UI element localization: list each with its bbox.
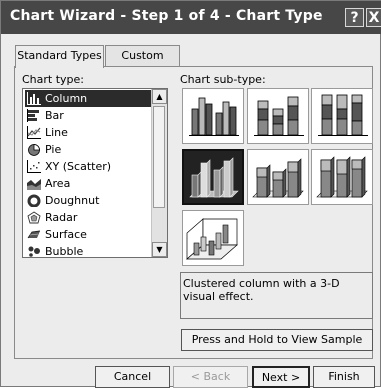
next-label: Next > <box>261 371 301 384</box>
help-button[interactable]: ? <box>345 8 364 27</box>
scroll-down-button[interactable]: ▼ <box>152 242 167 257</box>
scroll-up-glyph: ▲ <box>156 92 163 101</box>
scatter-chart-icon <box>27 160 41 173</box>
stacked-column-icon <box>254 96 304 136</box>
column-chart-icon <box>27 92 41 105</box>
chart-type-list[interactable]: Column Bar Line Pie XY (Scatter) Area Do… <box>22 88 168 258</box>
subtype-100-percent-stacked-column[interactable] <box>311 88 373 144</box>
cancel-label: Cancel <box>113 370 152 383</box>
back-button[interactable]: < Back <box>173 366 248 388</box>
clustered-column-3d-effect-icon <box>189 157 239 198</box>
list-item-label: Line <box>45 126 68 139</box>
next-button[interactable]: Next > <box>252 366 310 388</box>
list-item-label: Surface <box>45 228 87 241</box>
list-item-pie[interactable]: Pie <box>25 141 151 158</box>
3d-column-icon <box>186 218 238 260</box>
list-item-label: Bubble <box>45 245 84 258</box>
cancel-button[interactable]: Cancel <box>95 366 170 388</box>
list-item-area[interactable]: Area <box>25 175 151 192</box>
scroll-down-glyph: ▼ <box>156 245 163 254</box>
tab-standard-types[interactable]: Standard Types <box>15 45 104 68</box>
subtype-clustered-column-3d-effect[interactable] <box>182 149 244 205</box>
list-item-column[interactable]: Column <box>25 90 151 107</box>
chart-subtype-grid <box>180 87 374 267</box>
doughnut-chart-icon <box>27 194 41 207</box>
list-item-xy-scatter[interactable]: XY (Scatter) <box>25 158 151 175</box>
subtype-stacked-column-3d-effect[interactable] <box>247 149 309 205</box>
list-item-label: Pie <box>45 143 62 156</box>
stacked-column-3d-effect-icon <box>252 158 304 198</box>
clustered-column-icon <box>189 97 239 136</box>
subtype-stacked-column[interactable] <box>247 88 309 144</box>
surface-chart-icon <box>27 230 41 239</box>
list-item-bar[interactable]: Bar <box>25 107 151 124</box>
list-item-bubble[interactable]: Bubble <box>25 243 151 258</box>
dialog-title: Chart Wizard - Step 1 of 4 - Chart Type <box>10 8 323 24</box>
chart-type-scrollbar[interactable]: ▲ ▼ <box>151 89 167 257</box>
tab-custom-types[interactable]: Custom Types <box>105 45 180 82</box>
list-item-surface[interactable]: Surface <box>25 226 151 243</box>
scroll-up-button[interactable]: ▲ <box>152 89 167 104</box>
subtype-clustered-column[interactable] <box>182 88 244 144</box>
list-item-label: XY (Scatter) <box>45 160 112 173</box>
chart-wizard-dialog: Chart Wizard - Step 1 of 4 - Chart Type … <box>0 0 381 388</box>
view-sample-label: Press and Hold to View Sample <box>191 333 363 346</box>
bubble-chart-icon <box>28 246 40 257</box>
finish-button[interactable]: Finish <box>313 366 375 388</box>
tab-standard-types-label: Standard Types <box>17 49 102 62</box>
percent-stacked-column-icon <box>318 94 368 136</box>
close-button[interactable]: X <box>366 8 381 27</box>
pie-chart-icon <box>28 144 40 156</box>
subtype-100-percent-stacked-column-3d-effect[interactable] <box>311 149 373 205</box>
view-sample-button[interactable]: Press and Hold to View Sample <box>181 329 373 351</box>
list-item-radar[interactable]: Radar <box>25 209 151 226</box>
list-item-label: Column <box>45 92 88 105</box>
area-chart-icon <box>27 179 41 190</box>
list-item-doughnut[interactable]: Doughnut <box>25 192 151 209</box>
list-item-label: Doughnut <box>45 194 100 207</box>
title-bar: Chart Wizard - Step 1 of 4 - Chart Type … <box>1 1 381 34</box>
list-item-label: Bar <box>45 109 64 122</box>
percent-stacked-column-3d-effect-icon <box>316 156 368 198</box>
back-label: < Back <box>190 370 231 383</box>
finish-label: Finish <box>328 370 360 383</box>
chart-type-label: Chart type: <box>22 73 85 86</box>
scroll-thumb[interactable] <box>153 106 165 208</box>
subtype-description: Clustered column with a 3-D visual effec… <box>180 272 373 319</box>
bar-chart-icon <box>27 109 39 122</box>
line-chart-icon <box>27 126 41 139</box>
chart-subtype-label: Chart sub-type: <box>180 73 266 86</box>
list-item-line[interactable]: Line <box>25 124 151 141</box>
subtype-3d-column[interactable] <box>182 210 244 266</box>
radar-chart-icon <box>27 211 41 224</box>
list-item-label: Area <box>45 177 71 190</box>
list-item-label: Radar <box>45 211 78 224</box>
